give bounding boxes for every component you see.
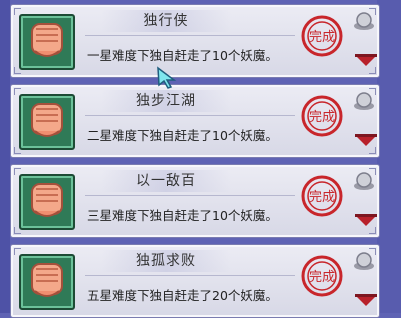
scrollbar-track[interactable] xyxy=(377,0,401,313)
achievement-description: 三星难度下独自赶走了10个妖魔。 xyxy=(87,208,278,223)
achievement-description: 二星难度下独自赶走了10个妖魔。 xyxy=(87,128,278,143)
achievement-title: 独步江湖 xyxy=(101,90,231,112)
card-corner xyxy=(369,147,376,154)
fist-icon xyxy=(19,94,75,150)
reward-orb-icon[interactable] xyxy=(353,91,375,113)
fist-icon xyxy=(19,174,75,230)
stamp-text: 完成 xyxy=(309,110,335,125)
card-corner xyxy=(369,227,376,234)
achievement-title: 独行侠 xyxy=(101,10,231,32)
expand-arrow-icon[interactable] xyxy=(355,54,377,66)
pointer-cursor-icon xyxy=(157,66,177,89)
achievement-card[interactable]: 以一敌百 三星难度下独自赶走了10个妖魔。 完成 xyxy=(10,164,380,238)
achievement-card[interactable]: 独步江湖 二星难度下独自赶走了10个妖魔。 完成 xyxy=(10,84,380,158)
stamp-text: 完成 xyxy=(309,30,335,45)
fist-icon xyxy=(19,254,75,310)
reward-orb-icon[interactable] xyxy=(353,11,375,33)
achievement-description: 五星难度下独自赶走了20个妖魔。 xyxy=(87,288,278,303)
completed-stamp-icon: 完成 xyxy=(301,255,343,297)
stamp-text: 完成 xyxy=(309,270,335,285)
reward-orb-icon[interactable] xyxy=(353,171,375,193)
card-corner xyxy=(369,67,376,74)
divider xyxy=(85,115,295,116)
divider xyxy=(85,275,295,276)
fist-icon xyxy=(19,14,75,70)
achievement-title: 以一敌百 xyxy=(101,170,231,192)
completed-stamp-icon: 完成 xyxy=(301,95,343,137)
panel-left-border xyxy=(0,0,10,313)
achievement-card[interactable]: 独孤求败 五星难度下独自赶走了20个妖魔。 完成 xyxy=(10,244,380,318)
expand-arrow-icon[interactable] xyxy=(355,294,377,306)
completed-stamp-icon: 完成 xyxy=(301,175,343,217)
achievement-description: 一星难度下独自赶走了10个妖魔。 xyxy=(87,48,278,63)
stamp-text: 完成 xyxy=(309,190,335,205)
achievement-title: 独孤求败 xyxy=(101,250,231,272)
expand-arrow-icon[interactable] xyxy=(355,214,377,226)
completed-stamp-icon: 完成 xyxy=(301,15,343,57)
expand-arrow-icon[interactable] xyxy=(355,134,377,146)
divider xyxy=(85,195,295,196)
reward-orb-icon[interactable] xyxy=(353,251,375,273)
achievement-card[interactable]: 独行侠 一星难度下独自赶走了10个妖魔。 完成 xyxy=(10,4,380,78)
divider xyxy=(85,35,295,36)
